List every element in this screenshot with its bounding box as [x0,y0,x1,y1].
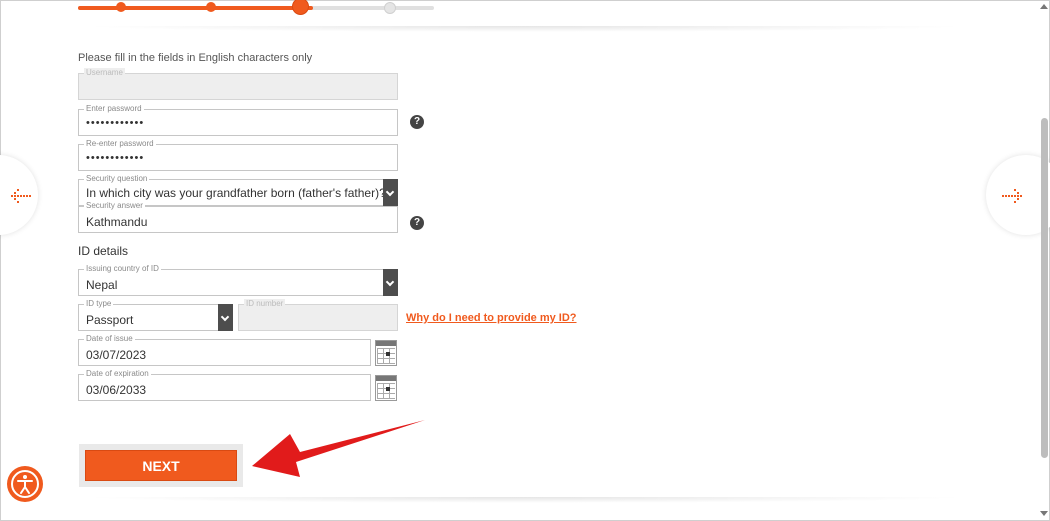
annotation-arrow [252,420,425,477]
